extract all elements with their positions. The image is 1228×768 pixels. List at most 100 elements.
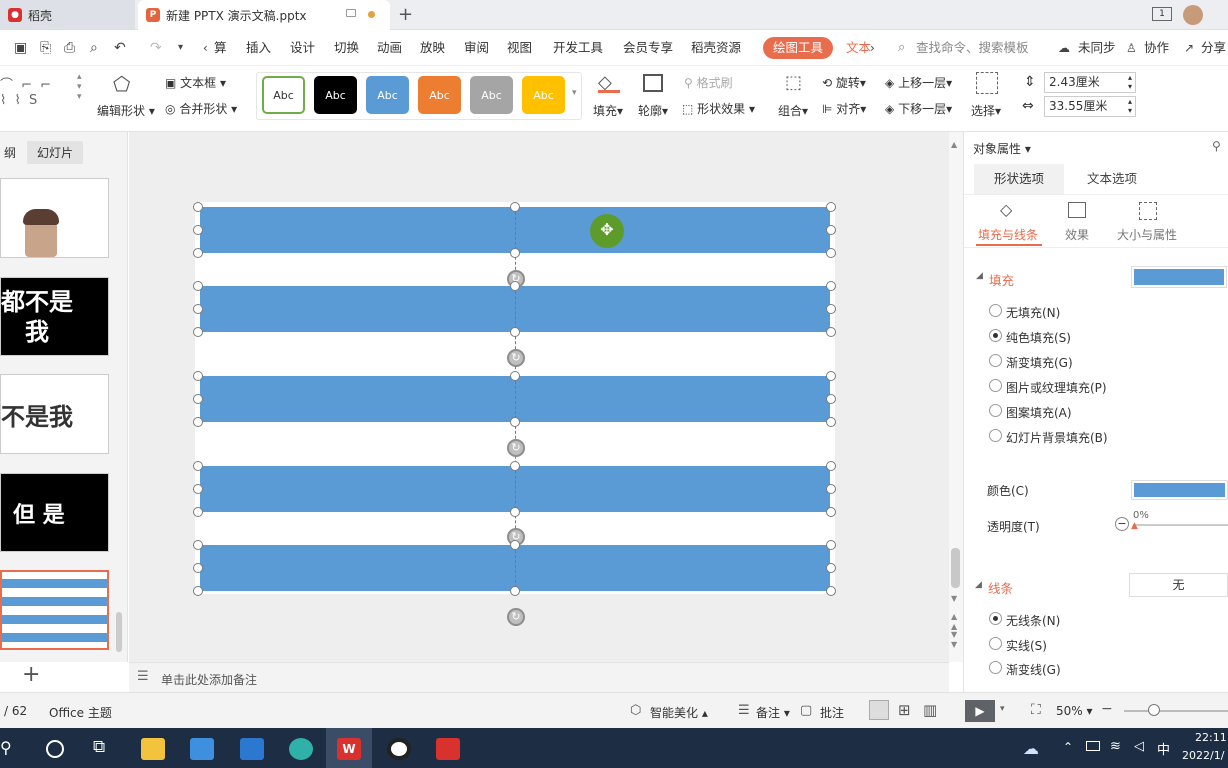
resize-handle[interactable] xyxy=(510,540,520,550)
subtab-effect[interactable]: 效果 xyxy=(1065,226,1089,243)
clock-time[interactable]: 22:11 xyxy=(1195,731,1227,744)
command-search-input[interactable]: 查找命令、搜索模板 xyxy=(916,30,1029,66)
menu-view[interactable]: 视图 xyxy=(507,30,532,66)
resize-handle[interactable] xyxy=(193,394,203,404)
shape-style-swatch[interactable]: Abc xyxy=(262,76,305,114)
menu-slideshow[interactable]: 放映 xyxy=(420,30,445,66)
menu-transition[interactable]: 切换 xyxy=(334,30,359,66)
shape-style-swatch[interactable]: Abc xyxy=(470,76,513,114)
play-dropdown-icon[interactable]: ▾ xyxy=(1000,704,1005,714)
radio-picture-fill[interactable] xyxy=(989,379,1002,392)
scroll-up-icon[interactable]: ▲ xyxy=(951,140,957,149)
tab-outline[interactable]: 纲 xyxy=(4,144,16,161)
resize-handle[interactable] xyxy=(510,281,520,291)
resize-handle[interactable] xyxy=(826,327,836,337)
style-gallery-more-icon[interactable]: ▾ xyxy=(572,88,577,98)
send-backward-button[interactable]: ◈ 下移一层▾ xyxy=(885,100,952,117)
menu-docer-resources[interactable]: 稻壳资源 xyxy=(691,30,741,66)
resize-handle[interactable] xyxy=(510,202,520,212)
zoom-slider[interactable] xyxy=(1124,710,1228,712)
width-input[interactable]: 33.55厘米 ▴ ▾ xyxy=(1044,96,1136,117)
rotate-handle-icon[interactable]: ↻ xyxy=(507,349,525,367)
fit-window-icon[interactable]: ⛶ xyxy=(1031,702,1041,718)
color-picker-button[interactable] xyxy=(1131,480,1228,500)
tool-app-icon[interactable] xyxy=(436,738,460,760)
avatar[interactable] xyxy=(1183,5,1203,25)
resize-handle[interactable] xyxy=(193,507,203,517)
resize-handle[interactable] xyxy=(826,394,836,404)
thumb-scrollbar[interactable] xyxy=(116,612,122,652)
resize-handle[interactable] xyxy=(510,461,520,471)
resize-handle[interactable] xyxy=(193,586,203,596)
resize-handle[interactable] xyxy=(193,461,203,471)
align-button[interactable]: ⊫ 对齐▾ xyxy=(822,100,866,117)
resize-handle[interactable] xyxy=(826,225,836,235)
slide-thumbnail-selected[interactable] xyxy=(0,570,109,650)
resize-handle[interactable] xyxy=(826,281,836,291)
line-type-select[interactable]: 无 xyxy=(1129,573,1228,597)
menu-design[interactable]: 设计 xyxy=(290,30,315,66)
line-shapes-gallery[interactable]: ⌒ ⌐ ⌐ ⌇ ⌇ S xyxy=(0,74,53,108)
task-view-icon[interactable]: ⧉ xyxy=(93,737,105,757)
print-icon[interactable]: ⎙ xyxy=(64,40,75,56)
resize-handle[interactable] xyxy=(193,281,203,291)
gallery-scroll-icon[interactable]: ▴ ▾ ▾ xyxy=(77,72,82,102)
resize-handle[interactable] xyxy=(826,563,836,573)
rotate-handle-icon[interactable]: ↻ xyxy=(507,608,525,626)
radio-background-fill[interactable] xyxy=(989,429,1002,442)
comment-button[interactable]: 批注 xyxy=(820,704,844,721)
edit-shape-button[interactable]: 编辑形状 ▾ xyxy=(97,102,155,119)
radio-pattern-fill[interactable] xyxy=(989,404,1002,417)
pin-icon[interactable]: ⚲ xyxy=(1212,139,1221,153)
menu-text-tools[interactable]: 文本 xyxy=(846,30,871,66)
fill-color-button[interactable] xyxy=(1131,266,1227,288)
select-button[interactable]: 选择▾ xyxy=(971,102,1001,119)
text-box-button[interactable]: ▣ 文本框 ▾ xyxy=(165,74,226,91)
radio-solid-fill[interactable] xyxy=(989,329,1002,342)
resize-handle[interactable] xyxy=(193,248,203,258)
pane-title[interactable]: 对象属性 ▾ xyxy=(973,140,1031,157)
smart-beautify-button[interactable]: 智能美化 ▴ xyxy=(650,704,708,721)
scroll-left-icon[interactable]: ‹ xyxy=(203,41,208,55)
resize-handle[interactable] xyxy=(193,327,203,337)
subtab-fill-line[interactable]: 填充与线条 xyxy=(978,226,1038,243)
clock-date[interactable]: 2022/1/ xyxy=(1182,749,1224,762)
tab-shape-options[interactable]: 形状选项 xyxy=(974,164,1064,194)
menu-member[interactable]: 会员专享 xyxy=(623,30,673,66)
tray-expand-icon[interactable]: ⌃ xyxy=(1063,740,1073,754)
prev-slide-icon[interactable]: ▲ ▲ xyxy=(951,612,957,632)
group-button[interactable]: 组合▾ xyxy=(778,102,808,119)
width-stepper-icon[interactable]: ▴ ▾ xyxy=(1128,97,1132,115)
resize-handle[interactable] xyxy=(826,417,836,427)
slide-thumbnail[interactable]: 都不是 我 xyxy=(0,277,109,356)
shape-style-swatch[interactable]: Abc xyxy=(522,76,565,114)
reading-view-icon[interactable]: ▥ xyxy=(923,701,937,719)
record-icon[interactable] xyxy=(387,738,411,760)
menu-developer[interactable]: 开发工具 xyxy=(553,30,603,66)
resize-handle[interactable] xyxy=(826,507,836,517)
share-button[interactable]: 分享 xyxy=(1201,30,1226,66)
export-icon[interactable]: ⎘ xyxy=(40,40,51,56)
theme-name[interactable]: Office 主题 xyxy=(49,704,112,721)
shape-style-swatch[interactable]: Abc xyxy=(314,76,357,114)
zoom-out-icon[interactable]: − xyxy=(1101,701,1113,717)
wifi-icon[interactable]: ≋ xyxy=(1110,739,1121,754)
resize-handle[interactable] xyxy=(826,484,836,494)
decrease-transparency-icon[interactable]: − xyxy=(1115,517,1129,531)
screen-icon[interactable] xyxy=(346,9,356,17)
mail-icon[interactable] xyxy=(240,738,264,760)
resize-handle[interactable] xyxy=(510,371,520,381)
resize-handle[interactable] xyxy=(193,304,203,314)
radio-no-line[interactable] xyxy=(989,612,1002,625)
zoom-slider-thumb[interactable] xyxy=(1148,704,1160,716)
resize-handle[interactable] xyxy=(826,304,836,314)
tab-text-options[interactable]: 文本选项 xyxy=(1064,164,1160,194)
resize-handle[interactable] xyxy=(510,248,520,258)
resize-handle[interactable] xyxy=(193,540,203,550)
edge-icon[interactable] xyxy=(289,738,313,760)
transparency-slider[interactable] xyxy=(1133,524,1228,526)
zoom-level[interactable]: 50% ▾ xyxy=(1056,704,1093,718)
resize-handle[interactable] xyxy=(826,248,836,258)
rotate-handle-icon[interactable]: ↻ xyxy=(507,439,525,457)
resize-handle[interactable] xyxy=(826,371,836,381)
